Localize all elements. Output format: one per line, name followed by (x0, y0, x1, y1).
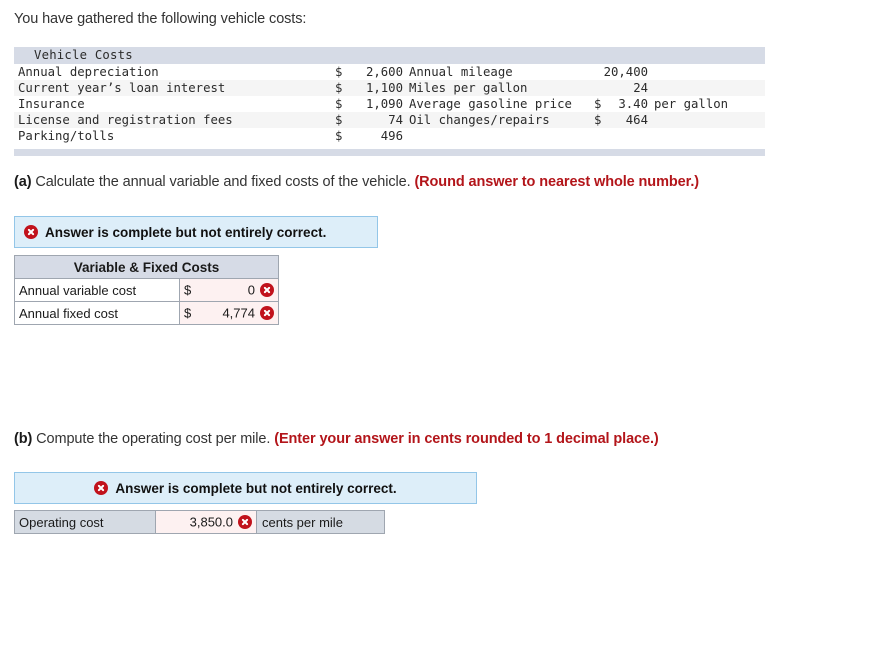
question-a-text: Calculate the annual variable and fixed … (31, 174, 415, 190)
answer-table-a-header-row: Variable & Fixed Costs (14, 255, 279, 279)
answer-row-label: Annual variable cost (14, 278, 180, 302)
vehicle-costs-table: Vehicle Costs Annual depreciation $ 2,60… (14, 47, 765, 156)
error-x-icon (238, 515, 252, 529)
table-row: Annual variable cost $ 0 (14, 278, 279, 302)
operating-cost-value: 3,850.0 (189, 514, 233, 530)
answer-table-a-header: Variable & Fixed Costs (14, 255, 279, 279)
status-banner-a-text: Answer is complete but not entirely corr… (45, 224, 327, 240)
cost-label: License and registration fees (18, 113, 233, 127)
annual-variable-cost-value: 0 (247, 282, 255, 298)
cost-amount-2: 24 (633, 81, 648, 95)
table-row: Current year’s loan interest $ 1,100 Mil… (14, 80, 765, 96)
question-b-prompt: (b) Compute the operating cost per mile.… (14, 431, 659, 447)
vehicle-costs-title: Vehicle Costs (14, 47, 765, 64)
table-row: License and registration fees $ 74 Oil c… (14, 112, 765, 128)
cost-amount: 74 (388, 113, 403, 127)
cost-amount-2: 464 (625, 113, 648, 127)
vehicle-costs-footer-bar (14, 149, 765, 156)
cost-label: Annual depreciation (18, 65, 159, 79)
cost-amount: 496 (380, 129, 403, 143)
cost-amount: 1,090 (365, 97, 403, 111)
currency-symbol: $ (184, 282, 192, 298)
question-a-note: (Round answer to nearest whole number.) (414, 174, 699, 190)
cost-label: Parking/tolls (18, 129, 115, 143)
table-row: Annual fixed cost $ 4,774 (14, 301, 279, 325)
table-row: Operating cost 3,850.0 cents per mile (14, 510, 385, 534)
status-banner-b-text: Answer is complete but not entirely corr… (115, 480, 397, 496)
error-x-icon (260, 306, 274, 320)
question-b-marker: (b) (14, 431, 33, 447)
question-b-text: Compute the operating cost per mile. (32, 431, 275, 447)
intro-text: You have gathered the following vehicle … (14, 11, 307, 27)
operating-cost-label: Operating cost (14, 510, 156, 534)
question-a-prompt: (a) Calculate the annual variable and fi… (14, 174, 699, 190)
cost-label-2: Average gasoline price (409, 97, 572, 111)
annual-fixed-cost-value: 4,774 (222, 305, 255, 321)
table-row: Insurance $ 1,090 Average gasoline price… (14, 96, 765, 112)
cost-label: Current year’s loan interest (18, 81, 226, 95)
error-x-icon (94, 481, 109, 495)
table-row: Annual depreciation $ 2,600 Annual milea… (14, 64, 765, 80)
question-b-note: (Enter your answer in cents rounded to 1… (274, 431, 659, 447)
cost-label-2: Miles per gallon (409, 81, 528, 95)
cost-amount-2: 20,400 (603, 65, 648, 79)
currency-symbol: $ (184, 305, 192, 321)
cost-amount: 2,600 (365, 65, 403, 79)
cost-label-2: Oil changes/repairs (409, 113, 550, 127)
error-x-icon (260, 283, 274, 297)
annual-variable-cost-field[interactable]: $ 0 (179, 278, 279, 302)
answer-table-a: Variable & Fixed Costs Annual variable c… (14, 255, 279, 325)
error-x-icon (24, 225, 38, 239)
annual-fixed-cost-field[interactable]: $ 4,774 (179, 301, 279, 325)
operating-cost-field[interactable]: 3,850.0 (155, 510, 257, 534)
cost-amount-2: 3.40 (618, 97, 648, 111)
cost-label-2: Annual mileage (409, 65, 513, 79)
question-a-marker: (a) (14, 174, 32, 190)
cost-unit-2: per gallon (654, 97, 729, 111)
answer-row-label: Annual fixed cost (14, 301, 180, 325)
cost-label: Insurance (18, 97, 85, 111)
table-row: Parking/tolls $ 496 (14, 128, 765, 144)
status-banner-a: Answer is complete but not entirely corr… (14, 216, 378, 248)
status-banner-b: Answer is complete but not entirely corr… (14, 472, 477, 504)
operating-cost-unit: cents per mile (256, 510, 385, 534)
answer-table-b: Operating cost 3,850.0 cents per mile (14, 510, 385, 534)
cost-amount: 1,100 (365, 81, 403, 95)
